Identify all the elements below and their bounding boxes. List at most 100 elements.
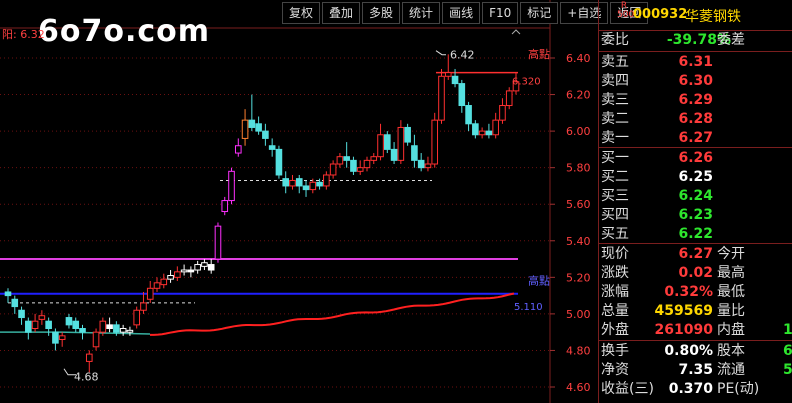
toolbar-button-4[interactable]: 画线 bbox=[442, 2, 481, 24]
blue-line-price-label: 5.110 bbox=[514, 302, 543, 313]
toolbar-button-6[interactable]: 标记 bbox=[520, 2, 559, 24]
candle-body-11 bbox=[79, 328, 86, 333]
toolbar-button-2[interactable]: 多股 bbox=[362, 2, 401, 24]
candle-29 bbox=[201, 259, 208, 271]
buy-order-5: 买五 6.22 bbox=[599, 225, 792, 244]
candle-9 bbox=[65, 313, 73, 329]
quote-row-1-label: 涨跌 bbox=[601, 265, 629, 281]
quote-row-1-value: 0.02 bbox=[678, 265, 713, 281]
buy-order-1-value: 6.26 bbox=[678, 150, 713, 166]
toolbar-button-1[interactable]: 叠加 bbox=[322, 2, 361, 24]
quote-row-0-value: 6.27 bbox=[678, 246, 713, 262]
stock-name[interactable]: 华菱钢铁 bbox=[685, 6, 741, 26]
candle-58 bbox=[397, 120, 405, 165]
tick-label-0: 6.40 bbox=[566, 52, 591, 65]
tick-label-6: 5.20 bbox=[566, 271, 591, 284]
tick-label-5: 5.40 bbox=[566, 235, 591, 248]
stat-row-0-label2: 股本 bbox=[717, 343, 745, 359]
tick-label-1: 6.20 bbox=[566, 89, 591, 102]
candle-body-42 bbox=[289, 179, 296, 187]
candle-body-66 bbox=[451, 75, 459, 85]
stock-code[interactable]: 000932 bbox=[633, 7, 687, 22]
candle-body-47 bbox=[323, 174, 330, 187]
sell-order-3-label: 卖三 bbox=[601, 92, 629, 108]
candle-59 bbox=[404, 123, 411, 146]
candle-body-27 bbox=[187, 269, 195, 273]
candle-body-31 bbox=[214, 225, 222, 260]
candle-4 bbox=[31, 313, 39, 333]
candle-body-12 bbox=[85, 353, 93, 362]
buy-order-4: 买四 6.23 bbox=[599, 206, 792, 225]
toolbar-button-3[interactable]: 统计 bbox=[402, 2, 441, 24]
sell-order-4: 卖四 6.30 bbox=[599, 72, 792, 91]
high-price-label: 6.42 bbox=[450, 48, 475, 61]
sell-order-4-value: 6.30 bbox=[678, 73, 713, 89]
candle-body-9 bbox=[65, 317, 73, 326]
candle-27 bbox=[187, 266, 195, 278]
buy-order-2-label: 买二 bbox=[601, 169, 629, 185]
candle-10 bbox=[72, 317, 80, 333]
candle-body-10 bbox=[72, 320, 80, 330]
quote-row-2-label: 涨幅 bbox=[601, 284, 629, 300]
candle-body-3 bbox=[25, 320, 32, 333]
stat-row-1-value2: 5 bbox=[783, 362, 792, 378]
candle-39 bbox=[268, 138, 276, 157]
candle-body-23 bbox=[160, 278, 168, 286]
candle-40 bbox=[275, 145, 283, 179]
candle-20 bbox=[140, 291, 147, 314]
candle-body-56 bbox=[384, 134, 391, 150]
quote-row-1: 涨跌 0.02 最高 bbox=[599, 264, 792, 283]
candle-66 bbox=[451, 68, 459, 88]
candle-7 bbox=[52, 328, 59, 351]
buy-order-4-value: 6.23 bbox=[678, 207, 713, 223]
candle-62 bbox=[424, 156, 432, 172]
candle-67 bbox=[458, 79, 466, 113]
candle-30 bbox=[207, 259, 215, 274]
candle-53 bbox=[363, 156, 371, 172]
sell-order-1-label: 卖一 bbox=[601, 130, 629, 146]
buy-order-3-value: 6.24 bbox=[678, 188, 713, 204]
candle-50 bbox=[343, 142, 350, 168]
sell-order-2-label: 卖二 bbox=[601, 111, 629, 127]
candle-body-40 bbox=[275, 148, 283, 176]
candle-body-1 bbox=[11, 298, 19, 308]
buy-order-3-label: 买三 bbox=[601, 188, 629, 204]
sell-order-3: 卖三 6.29 bbox=[599, 91, 792, 110]
candle-body-30 bbox=[207, 264, 215, 271]
candle-33 bbox=[228, 167, 235, 205]
candle-body-0 bbox=[4, 291, 12, 297]
toolbar-button-0[interactable]: 复权 bbox=[282, 2, 321, 24]
stock-title: R 500 000932 华菱钢铁 bbox=[599, 0, 792, 31]
quote-row-4-label2: 内盘 bbox=[717, 322, 745, 338]
tick-label-8: 4.80 bbox=[566, 344, 591, 357]
entrust-row: 委比 -39.78% 委差 bbox=[599, 31, 792, 50]
sell-order-1-value: 6.27 bbox=[678, 130, 713, 146]
stat-row-1-value: 7.35 bbox=[678, 362, 713, 378]
candle-body-21 bbox=[146, 287, 154, 300]
candle-body-34 bbox=[234, 145, 242, 154]
candle-68 bbox=[465, 101, 472, 132]
quote-row-4-value2: 1! bbox=[783, 322, 792, 338]
candle-22 bbox=[153, 277, 161, 292]
stat-row-1-label: 净资 bbox=[601, 362, 629, 378]
candle-23 bbox=[160, 273, 168, 289]
candle-body-65 bbox=[444, 72, 452, 77]
candle-body-63 bbox=[431, 119, 439, 165]
candle-body-62 bbox=[424, 163, 432, 169]
candle-73 bbox=[499, 98, 506, 124]
candle-body-2 bbox=[18, 309, 25, 319]
candle-body-25 bbox=[174, 271, 181, 278]
candlestick-chart: 6.40 6.20 6.00 5.80 5.60 5.40 5.20 5.00 4.80 4.60… bbox=[0, 0, 591, 403]
candle-body-73 bbox=[499, 105, 506, 121]
candle-body-49 bbox=[336, 156, 344, 165]
candle-61 bbox=[417, 153, 425, 172]
site-logo: 6o7o.com bbox=[38, 14, 211, 49]
candle-12 bbox=[85, 350, 93, 373]
candle-body-64 bbox=[438, 75, 445, 121]
candle-31 bbox=[214, 222, 222, 263]
candle-body-50 bbox=[343, 156, 350, 161]
candle-body-15 bbox=[106, 324, 113, 330]
candle-body-35 bbox=[241, 119, 249, 139]
toolbar-button-5[interactable]: F10 bbox=[482, 2, 519, 24]
candle-35 bbox=[241, 109, 249, 146]
